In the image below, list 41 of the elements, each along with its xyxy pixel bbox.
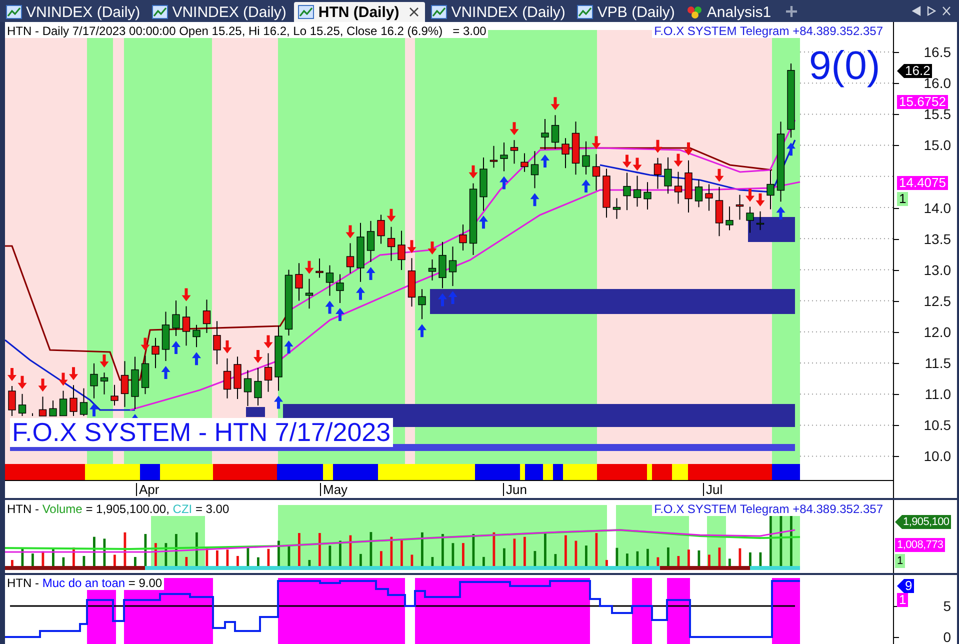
price-tick: 10.0 [924, 449, 951, 464]
date-label: Jul [703, 483, 723, 496]
price-tick: 10.5 [924, 418, 951, 432]
value-label: 14.4075 [897, 176, 948, 190]
scale-tick: 5 [943, 599, 951, 613]
signal-value: 9(0) [809, 44, 880, 88]
date-label: Jun [503, 483, 527, 496]
price-tick: 11.0 [924, 387, 951, 402]
tab[interactable]: VNINDEX (Daily) [148, 2, 292, 22]
chart-title: F.O.X SYSTEM - HTN 7/17/2023 [10, 418, 393, 447]
telegram-contact: F.O.X SYSTEM Telegram +84.389.352.357 [652, 24, 885, 38]
safety-legend: HTN - Muc do an toan = 9.00 [5, 576, 164, 590]
tab[interactable]: Analysis1 [682, 2, 778, 22]
price-tick: 16.5 [924, 45, 951, 59]
tab[interactable]: VNINDEX (Daily) [2, 2, 146, 22]
tab[interactable]: VPB (Daily) [573, 2, 681, 22]
value-label: 15.6752 [897, 95, 948, 109]
value-label: 1,905,100 [895, 515, 952, 529]
value-label: 16.2 [897, 64, 932, 78]
price-tick: 16.0 [924, 76, 951, 90]
date-label: May [320, 483, 348, 496]
price-tick: 12.5 [924, 294, 951, 308]
value-label: 1 [895, 554, 905, 568]
price-tick: 14.0 [924, 200, 951, 214]
price-tick: 11.5 [924, 356, 951, 370]
price-tick: 13.0 [924, 262, 951, 277]
price-tick: 15.0 [924, 138, 951, 152]
tab[interactable]: VNINDEX (Daily) [427, 2, 572, 22]
scale-tick: 0 [943, 630, 951, 644]
chart-legend: HTN - Daily 7/17/2023 00:00:00 Open 15.25, Hi 16.2, Lo 15.25, Close 16.2 (6.9%) = 3.00 [5, 24, 488, 38]
price-tick: 13.5 [924, 232, 951, 246]
price-tick: 15.5 [924, 107, 951, 122]
tab[interactable]: HTN (Daily) [294, 2, 426, 22]
price-tick: 12.0 [924, 324, 951, 339]
value-label: 1,008,773 [895, 538, 946, 552]
volume-legend: HTN - Volume = 1,905,100.00, CZI = 3.00 [5, 502, 232, 516]
value-label: 1 [897, 593, 908, 607]
value-label: 1 [897, 192, 908, 206]
telegram-contact: F.O.X SYSTEM Telegram +84.389.352.357 [652, 502, 885, 516]
date-label: Apr [136, 483, 160, 496]
value-label: 9 [897, 579, 914, 593]
